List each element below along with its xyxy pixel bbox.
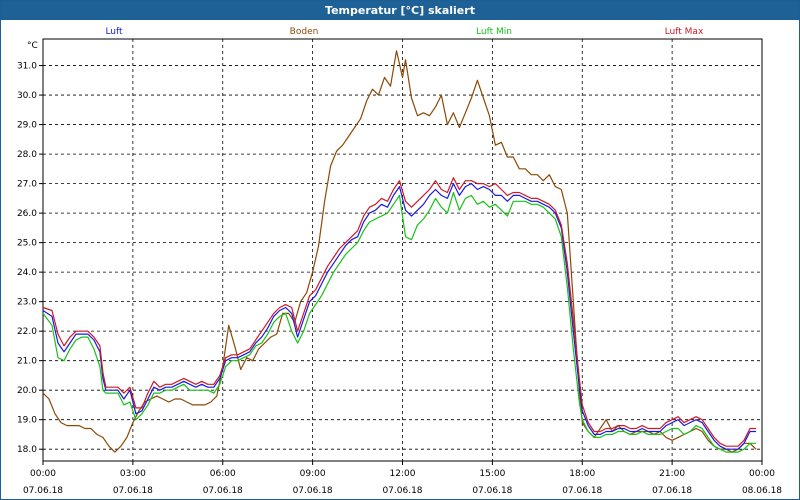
y-axis-unit-label: °C — [27, 41, 38, 51]
x-tick-date-label: 07.06.18 — [382, 486, 422, 496]
line-chart: Luft Boden Luft Min Luft Max °C 18.0 19.0 20.… — [17, 27, 782, 496]
y-tick-label: 30.0 — [17, 91, 37, 101]
x-axis-ticks: 00:00 07.06.18 03:00 07.06.18 06:00 07.06.18 0… — [23, 461, 782, 496]
y-tick-label: 18.0 — [17, 445, 37, 455]
y-tick-label: 27.0 — [17, 180, 37, 190]
x-tick-time-label: 00:00 — [30, 469, 56, 479]
legend-entry-luft: Luft — [105, 27, 123, 37]
y-axis-ticks: 18.0 19.0 20.0 21.0 22.0 23.0 24.0 25.0 26.0 27.0… — [17, 62, 43, 455]
legend-entry-boden: Boden — [290, 27, 319, 37]
x-tick-date-label: 08.06.18 — [742, 486, 782, 496]
x-tick-date-label: 07.06.18 — [562, 486, 602, 496]
x-tick-time-label: 12:00 — [390, 469, 416, 479]
x-tick-date-label: 07.06.18 — [113, 486, 153, 496]
y-tick-label: 20.0 — [17, 386, 37, 396]
x-tick-date-label: 07.06.18 — [203, 486, 243, 496]
x-tick-date-label: 07.06.18 — [293, 486, 333, 496]
y-tick-label: 26.0 — [17, 209, 37, 219]
series-line-luft-min — [42, 191, 756, 453]
x-tick-time-label: 21:00 — [659, 469, 685, 479]
y-tick-label: 19.0 — [17, 416, 37, 426]
x-tick-time-label: 00:00 — [749, 469, 775, 479]
y-tick-label: 23.0 — [17, 298, 37, 308]
x-tick-time-label: 03:00 — [120, 469, 146, 479]
x-tick-time-label: 15:00 — [479, 469, 505, 479]
y-tick-label: 21.0 — [17, 357, 37, 367]
legend-entry-luft-min: Luft Min — [476, 27, 512, 37]
series-line-luft — [42, 183, 756, 450]
x-tick-time-label: 09:00 — [300, 469, 326, 479]
y-tick-label: 31.0 — [17, 62, 37, 72]
legend: Luft Boden Luft Min Luft Max — [105, 27, 704, 37]
x-tick-date-label: 07.06.18 — [472, 486, 512, 496]
series-line-luft-max — [42, 177, 756, 447]
y-tick-label: 25.0 — [17, 239, 37, 249]
series-line-boden — [42, 50, 757, 453]
x-tick-date-label: 07.06.18 — [652, 486, 692, 496]
series-lines — [42, 50, 757, 453]
y-tick-label: 24.0 — [17, 268, 37, 278]
y-tick-label: 22.0 — [17, 327, 37, 337]
chart-title: Temperatur [°C] skaliert — [1, 1, 799, 20]
legend-entry-luft-max: Luft Max — [665, 27, 704, 37]
y-tick-label: 29.0 — [17, 121, 37, 131]
x-tick-date-label: 07.06.18 — [23, 486, 63, 496]
x-tick-time-label: 18:00 — [569, 469, 595, 479]
x-tick-time-label: 06:00 — [210, 469, 236, 479]
chart-window: Temperatur [°C] skaliert Luft Boden Luft M… — [0, 0, 800, 500]
y-tick-label: 28.0 — [17, 150, 37, 160]
